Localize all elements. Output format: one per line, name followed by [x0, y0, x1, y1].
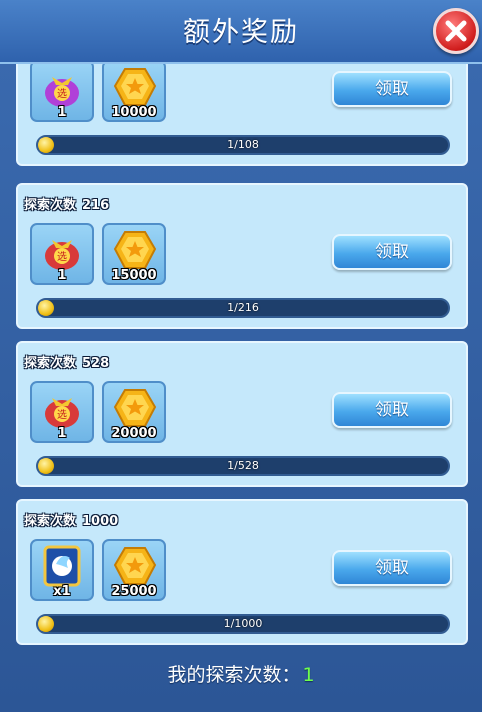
reward-card: 探索次数 1000 x1 25000 领取 1/1000: [16, 499, 468, 645]
progress-text: 1/108: [227, 138, 259, 151]
close-button[interactable]: [433, 8, 479, 54]
close-icon: [445, 20, 467, 42]
item-quantity: 25000: [111, 584, 157, 599]
claim-button[interactable]: 领取: [332, 392, 452, 428]
item-quantity: 1: [57, 268, 67, 283]
card-label: 探索次数 216: [24, 194, 109, 213]
card-label: 探索次数 1000: [24, 510, 118, 529]
reward-list[interactable]: 选 1 10000 领取 1/108 探索次数 216 选 1 15000 领取…: [0, 64, 482, 648]
reward-card: 探索次数 528 选 1 20000 领取 1/528: [16, 341, 468, 487]
reward-item[interactable]: 选 1: [30, 64, 94, 122]
reward-item[interactable]: 10000: [102, 64, 166, 122]
svg-text:选: 选: [57, 250, 67, 263]
panel-title: 额外奖励: [183, 17, 299, 48]
svg-text:选: 选: [57, 87, 67, 100]
item-quantity: 1: [57, 105, 67, 120]
explore-count-value: 1000: [82, 514, 119, 529]
card-label: 探索次数 528: [24, 352, 109, 371]
svg-text:选: 选: [57, 408, 67, 421]
reward-card: 选 1 10000 领取 1/108: [16, 64, 468, 166]
claim-button[interactable]: 领取: [332, 234, 452, 270]
progress-text: 1/1000: [223, 617, 263, 630]
my-explore-count-label: 我的探索次数：: [167, 664, 301, 686]
reward-card: 探索次数 216 选 1 15000 领取 1/216: [16, 183, 468, 329]
progress-text: 1/216: [227, 301, 259, 314]
reward-item[interactable]: 15000: [102, 223, 166, 285]
explore-count-value: 528: [82, 356, 110, 371]
item-quantity: 20000: [111, 426, 157, 441]
panel-header: 额外奖励: [0, 0, 482, 64]
progress-text: 1/528: [227, 459, 259, 472]
explore-count-label: 探索次数: [24, 514, 77, 529]
item-quantity: x1: [53, 584, 71, 599]
reward-item[interactable]: x1: [30, 539, 94, 601]
item-quantity: 10000: [111, 105, 157, 120]
explore-count-label: 探索次数: [24, 356, 77, 371]
reward-panel: 额外奖励 选 1 10000 领取 1/108 探索次数 216 选 1 150…: [0, 0, 482, 712]
item-quantity: 1: [57, 426, 67, 441]
explore-count-value: 216: [82, 198, 110, 213]
claim-button[interactable]: 领取: [332, 71, 452, 107]
reward-item[interactable]: 25000: [102, 539, 166, 601]
my-explore-count: 我的探索次数： 1: [0, 660, 482, 687]
reward-item[interactable]: 选 1: [30, 223, 94, 285]
progress-bar: 1/216: [36, 298, 450, 318]
item-quantity: 15000: [111, 268, 157, 283]
progress-bar: 1/528: [36, 456, 450, 476]
explore-count-label: 探索次数: [24, 198, 77, 213]
reward-item[interactable]: 20000: [102, 381, 166, 443]
my-explore-count-value: 1: [302, 664, 315, 686]
progress-bar: 1/108: [36, 135, 450, 155]
reward-item[interactable]: 选 1: [30, 381, 94, 443]
claim-button[interactable]: 领取: [332, 550, 452, 586]
progress-bar: 1/1000: [36, 614, 450, 634]
